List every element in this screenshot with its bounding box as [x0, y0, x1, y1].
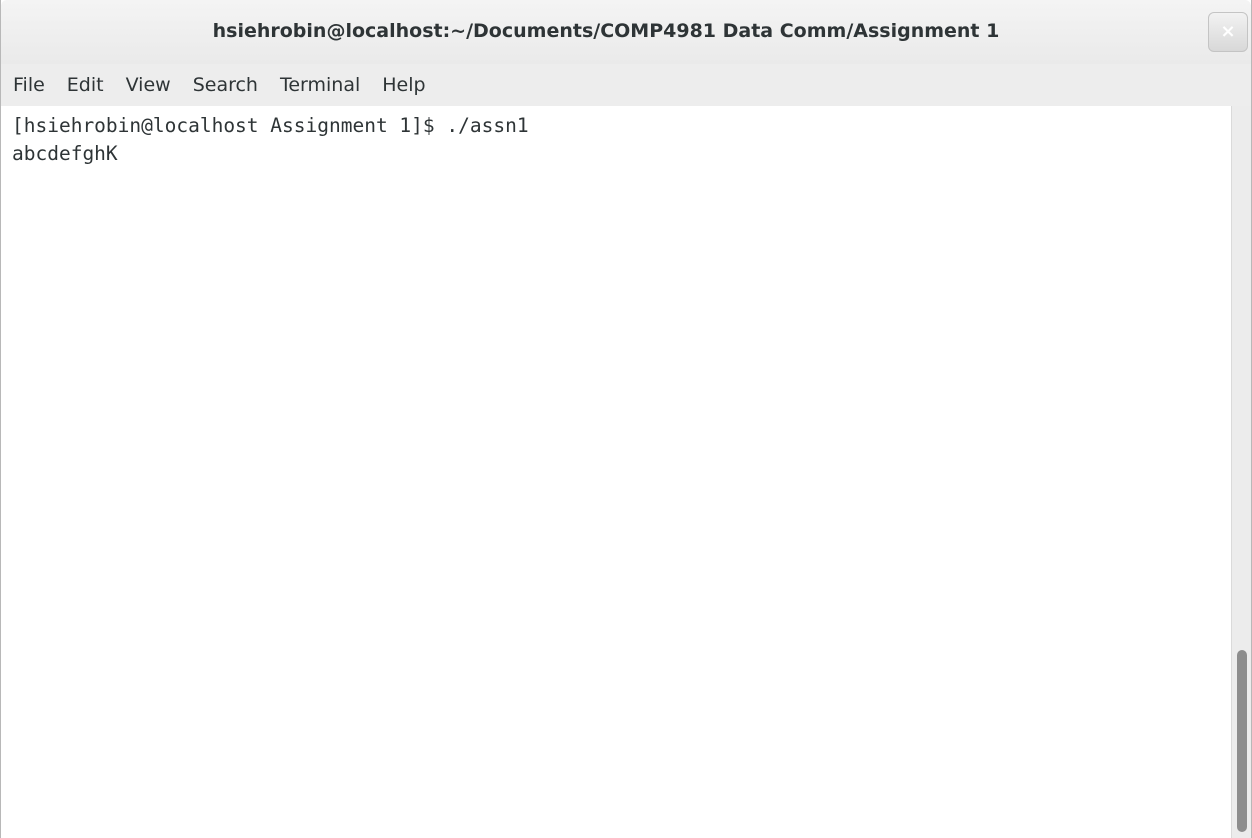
menu-bar: File Edit View Search Terminal Help: [1, 64, 1251, 106]
menu-edit[interactable]: Edit: [56, 64, 115, 106]
close-button[interactable]: ×: [1208, 12, 1248, 52]
menu-help[interactable]: Help: [371, 64, 436, 106]
terminal-output[interactable]: [hsiehrobin@localhost Assignment 1]$ ./a…: [1, 106, 1231, 838]
menu-search[interactable]: Search: [182, 64, 269, 106]
close-icon: ×: [1220, 21, 1236, 42]
terminal-window: hsiehrobin@localhost:~/Documents/COMP498…: [0, 0, 1252, 838]
title-bar[interactable]: hsiehrobin@localhost:~/Documents/COMP498…: [1, 0, 1251, 64]
vertical-scrollbar[interactable]: [1231, 106, 1251, 838]
terminal-prompt-line: [hsiehrobin@localhost Assignment 1]$ ./a…: [12, 114, 529, 137]
scrollbar-thumb[interactable]: [1237, 650, 1247, 832]
menu-view[interactable]: View: [115, 64, 182, 106]
menu-terminal[interactable]: Terminal: [269, 64, 371, 106]
window-title: hsiehrobin@localhost:~/Documents/COMP498…: [212, 20, 1000, 42]
terminal-output-line: abcdefghK: [12, 142, 118, 165]
menu-file[interactable]: File: [1, 64, 56, 106]
